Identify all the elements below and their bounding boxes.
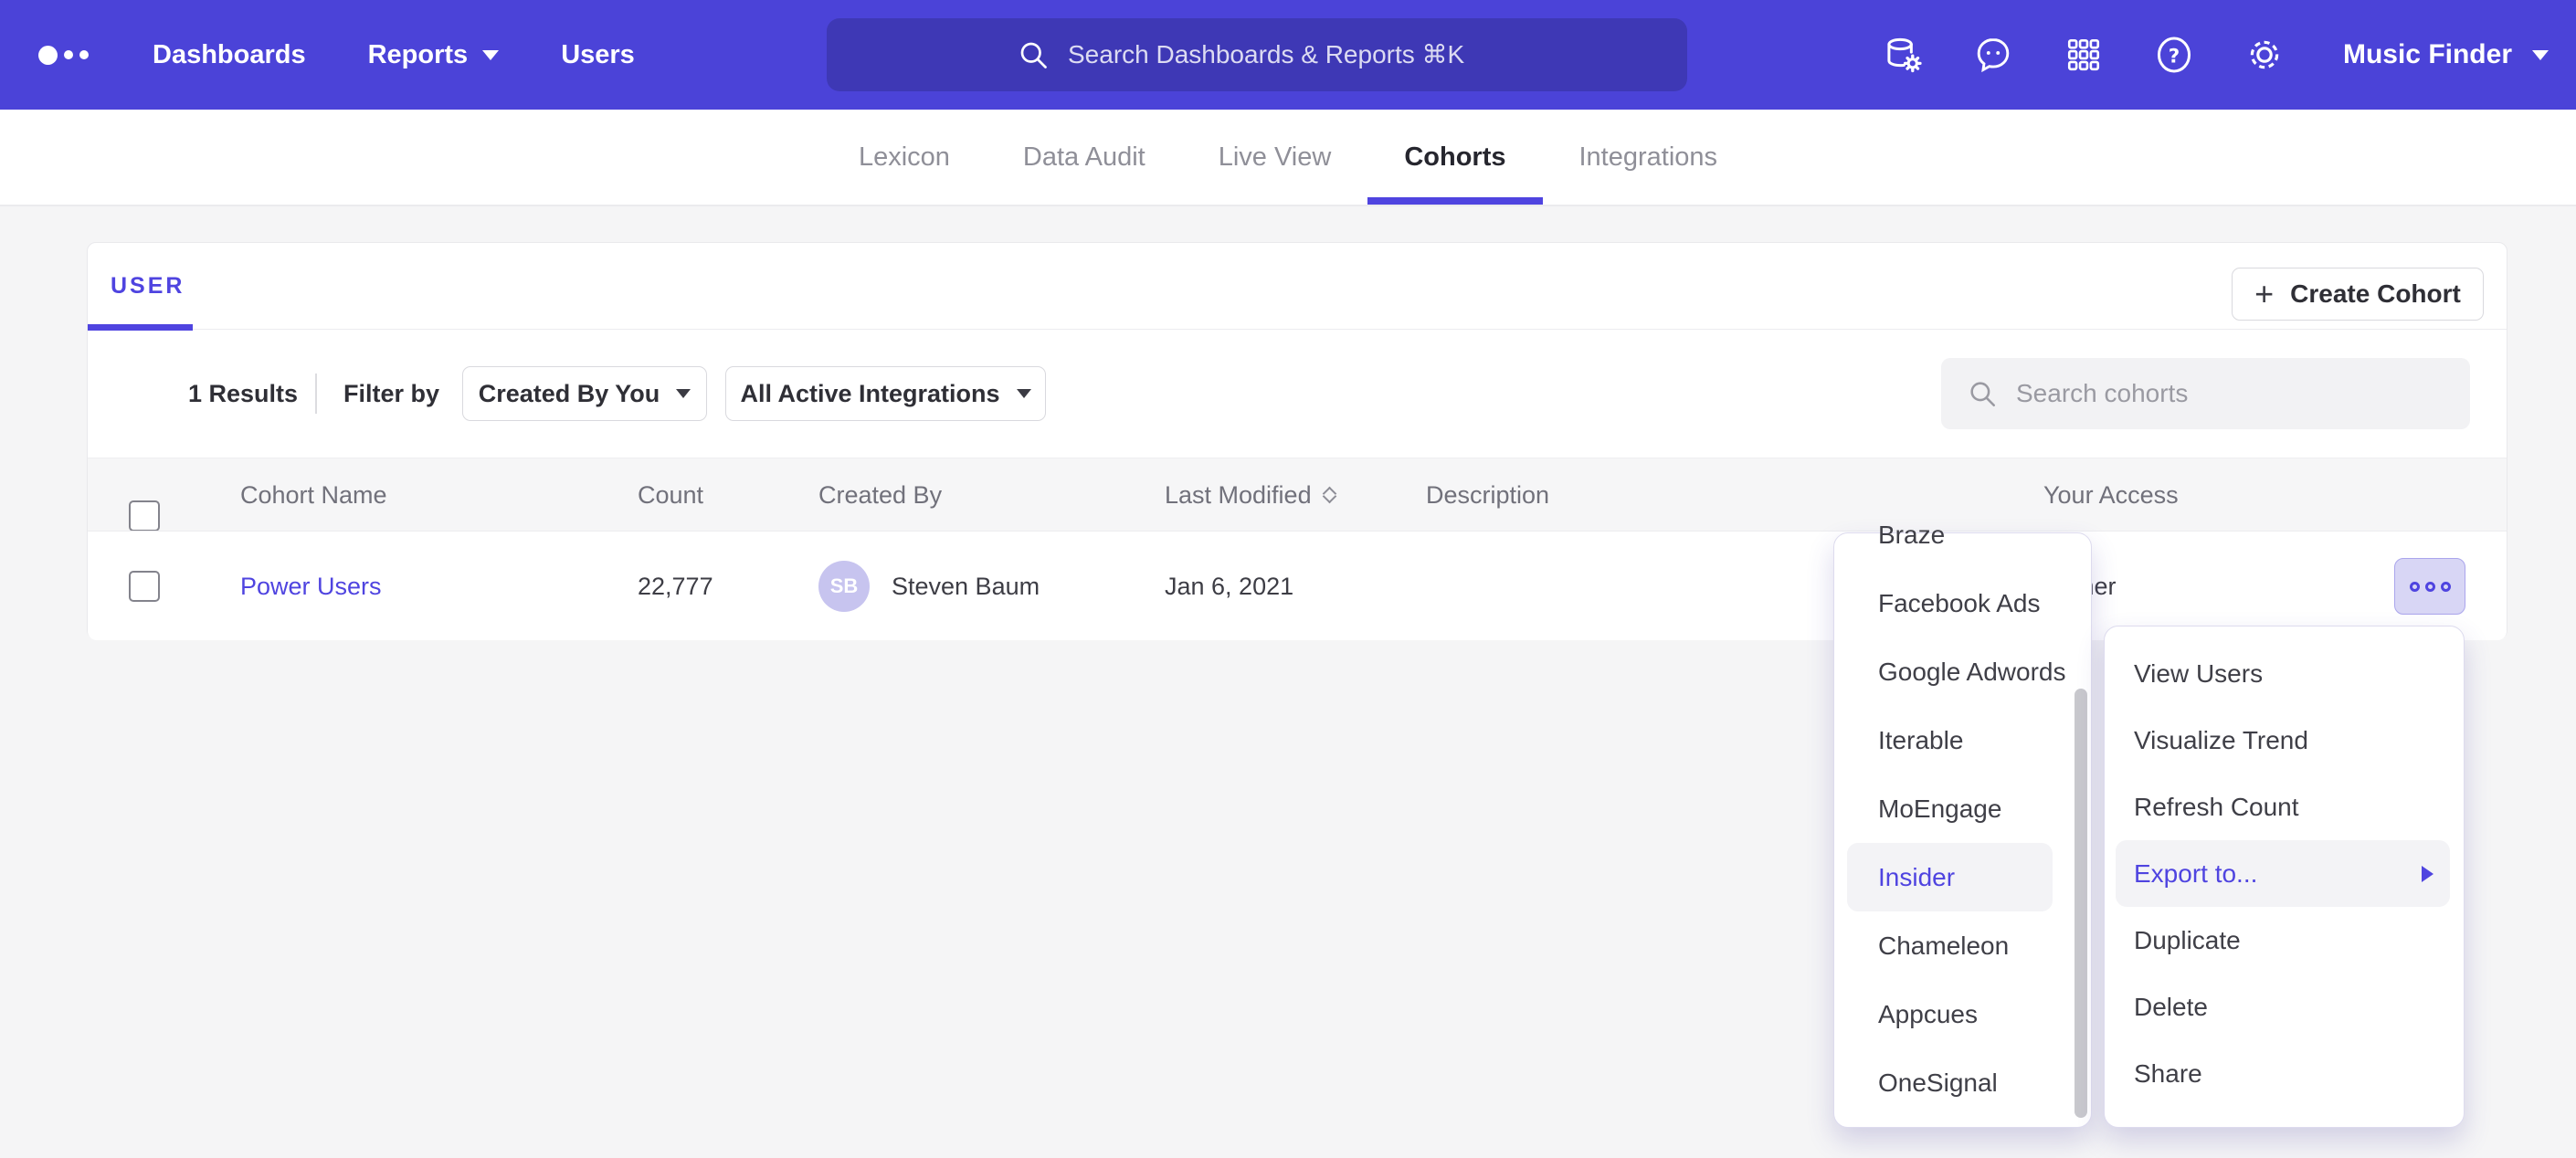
menu-item-google-adwords[interactable]: Google Adwords [1834,637,2091,706]
more-actions-button[interactable] [2394,558,2465,615]
panel-header: USER Create Cohort [88,243,2507,330]
created-by-filter[interactable]: Created By You [462,366,707,421]
col-created-by: Created By [818,458,942,532]
chevron-down-icon [1017,389,1031,398]
tab-user[interactable]: USER [111,243,185,330]
integrations-filter-value: All Active Integrations [740,380,999,408]
nav-reports[interactable]: Reports [368,40,500,70]
menu-item-iterable[interactable]: Iterable [1834,706,2091,774]
last-modified-cell: Jan 6, 2021 [1165,532,1293,641]
account-menu[interactable]: Music Finder [2343,39,2549,70]
row-checkbox[interactable] [129,532,160,641]
menu-item-moengage[interactable]: MoEngage [1834,774,2091,843]
tab-user-label: USER [111,273,185,300]
global-search[interactable] [827,18,1687,91]
filter-bar: 1 Results Filter by Created By You All A… [88,330,2507,458]
primary-nav: Dashboards Reports Users [153,40,635,70]
tab-cohorts-label: Cohorts [1404,142,1505,173]
global-search-input[interactable] [1068,40,1497,69]
menu-item-visualize-trend[interactable]: Visualize Trend [2105,707,2464,774]
menu-item-refresh-count[interactable]: Refresh Count [2105,774,2464,840]
results-count: 1 Results [188,330,298,458]
cohort-actions-items: View Users Visualize Trend Refresh Count… [2105,626,2464,1127]
menu-item-export-to-label: Export to... [2134,859,2257,889]
data-management-icon[interactable] [1882,34,1924,76]
search-icon [1967,378,1998,409]
table-header: Cohort Name Count Created By Last Modifi… [88,458,2507,531]
chevron-down-icon [482,50,499,60]
menu-item-insider[interactable]: Insider [1847,843,2053,911]
menu-item-delete[interactable]: Delete [2105,974,2464,1040]
created-by-filter-value: Created By You [479,380,660,408]
create-cohort-label: Create Cohort [2290,279,2461,309]
col-description: Description [1426,458,1549,532]
export-submenu-items: Braze Facebook Ads Google Adwords Iterab… [1834,500,2091,1129]
menu-item-view-users[interactable]: View Users [2105,640,2464,707]
col-cohort-name: Cohort Name [240,458,387,532]
cohort-actions-menu: View Users Visualize Trend Refresh Count… [2104,626,2465,1128]
nav-users[interactable]: Users [561,40,635,70]
export-submenu: Braze Facebook Ads Google Adwords Iterab… [1833,532,2092,1128]
menu-item-share[interactable]: Share [2105,1040,2464,1107]
cohort-count: 22,777 [638,532,713,641]
logo-dot-icon [38,46,58,65]
logo-dot-icon [64,50,73,59]
search-icon [1017,38,1050,71]
nav-right: ? Music Finder [1882,0,2549,110]
col-last-modified[interactable]: Last Modified [1165,458,1335,532]
help-icon[interactable]: ? [2153,34,2195,76]
cohorts-panel: USER Create Cohort 1 Results Filter by C… [87,242,2507,639]
ellipsis-icon [2441,582,2451,592]
filter-by-label: Filter by [343,330,439,458]
menu-scrollbar[interactable] [2075,689,2087,1118]
submenu-arrow-icon [2422,866,2433,882]
account-label: Music Finder [2343,39,2512,70]
menu-item-onesignal[interactable]: OneSignal [1834,1048,2091,1117]
menu-item-export-to[interactable]: Export to... [2116,840,2450,907]
logo-dot-icon [79,50,89,59]
cohort-search-input[interactable] [2016,379,2470,408]
menu-item-appcues[interactable]: Appcues [1834,980,2091,1048]
ellipsis-icon [2425,582,2435,592]
section-tabs: Lexicon Data Audit Live View Cohorts Int… [0,110,2576,206]
create-cohort-button[interactable]: Create Cohort [2232,268,2484,321]
menu-item-duplicate[interactable]: Duplicate [2105,907,2464,974]
tab-data-audit[interactable]: Data Audit [987,110,1182,205]
tab-integrations[interactable]: Integrations [1543,110,1755,205]
avatar: SB [818,561,870,612]
plus-icon [2254,278,2274,311]
tab-cohorts[interactable]: Cohorts [1367,110,1542,205]
active-tab-underline [1367,197,1542,205]
divider [315,374,317,414]
table-row: Power Users 22,777 SB Steven Baum Jan 6,… [88,531,2507,640]
created-by-name: Steven Baum [892,573,1040,601]
settings-gear-icon[interactable] [2243,34,2286,76]
top-nav: Dashboards Reports Users [0,0,2576,110]
integrations-filter[interactable]: All Active Integrations [725,366,1046,421]
col-last-modified-label: Last Modified [1165,481,1312,510]
menu-item-chameleon[interactable]: Chameleon [1834,911,2091,980]
apps-grid-icon[interactable] [2063,34,2105,76]
cohort-search[interactable] [1941,358,2470,429]
menu-item-braze[interactable]: Braze [1834,500,2091,569]
tab-lexicon[interactable]: Lexicon [822,110,987,205]
chevron-down-icon [676,389,691,398]
checkbox-icon [129,500,160,532]
chevron-down-icon [2532,50,2549,60]
created-by-cell: SB Steven Baum [818,532,1040,641]
ellipsis-icon [2410,582,2420,592]
logo[interactable] [38,46,89,65]
col-count: Count [638,458,703,532]
checkbox-icon [129,571,160,602]
nav-dashboards[interactable]: Dashboards [153,40,306,70]
svg-text:?: ? [2169,46,2180,68]
tab-live-view[interactable]: Live View [1182,110,1368,205]
nav-reports-label: Reports [368,40,469,70]
sort-icon [1325,489,1335,501]
cohort-name-link[interactable]: Power Users [240,532,382,641]
menu-item-facebook-ads[interactable]: Facebook Ads [1834,569,2091,637]
page: Dashboards Reports Users [0,0,2576,1158]
feedback-icon[interactable] [1972,34,2014,76]
